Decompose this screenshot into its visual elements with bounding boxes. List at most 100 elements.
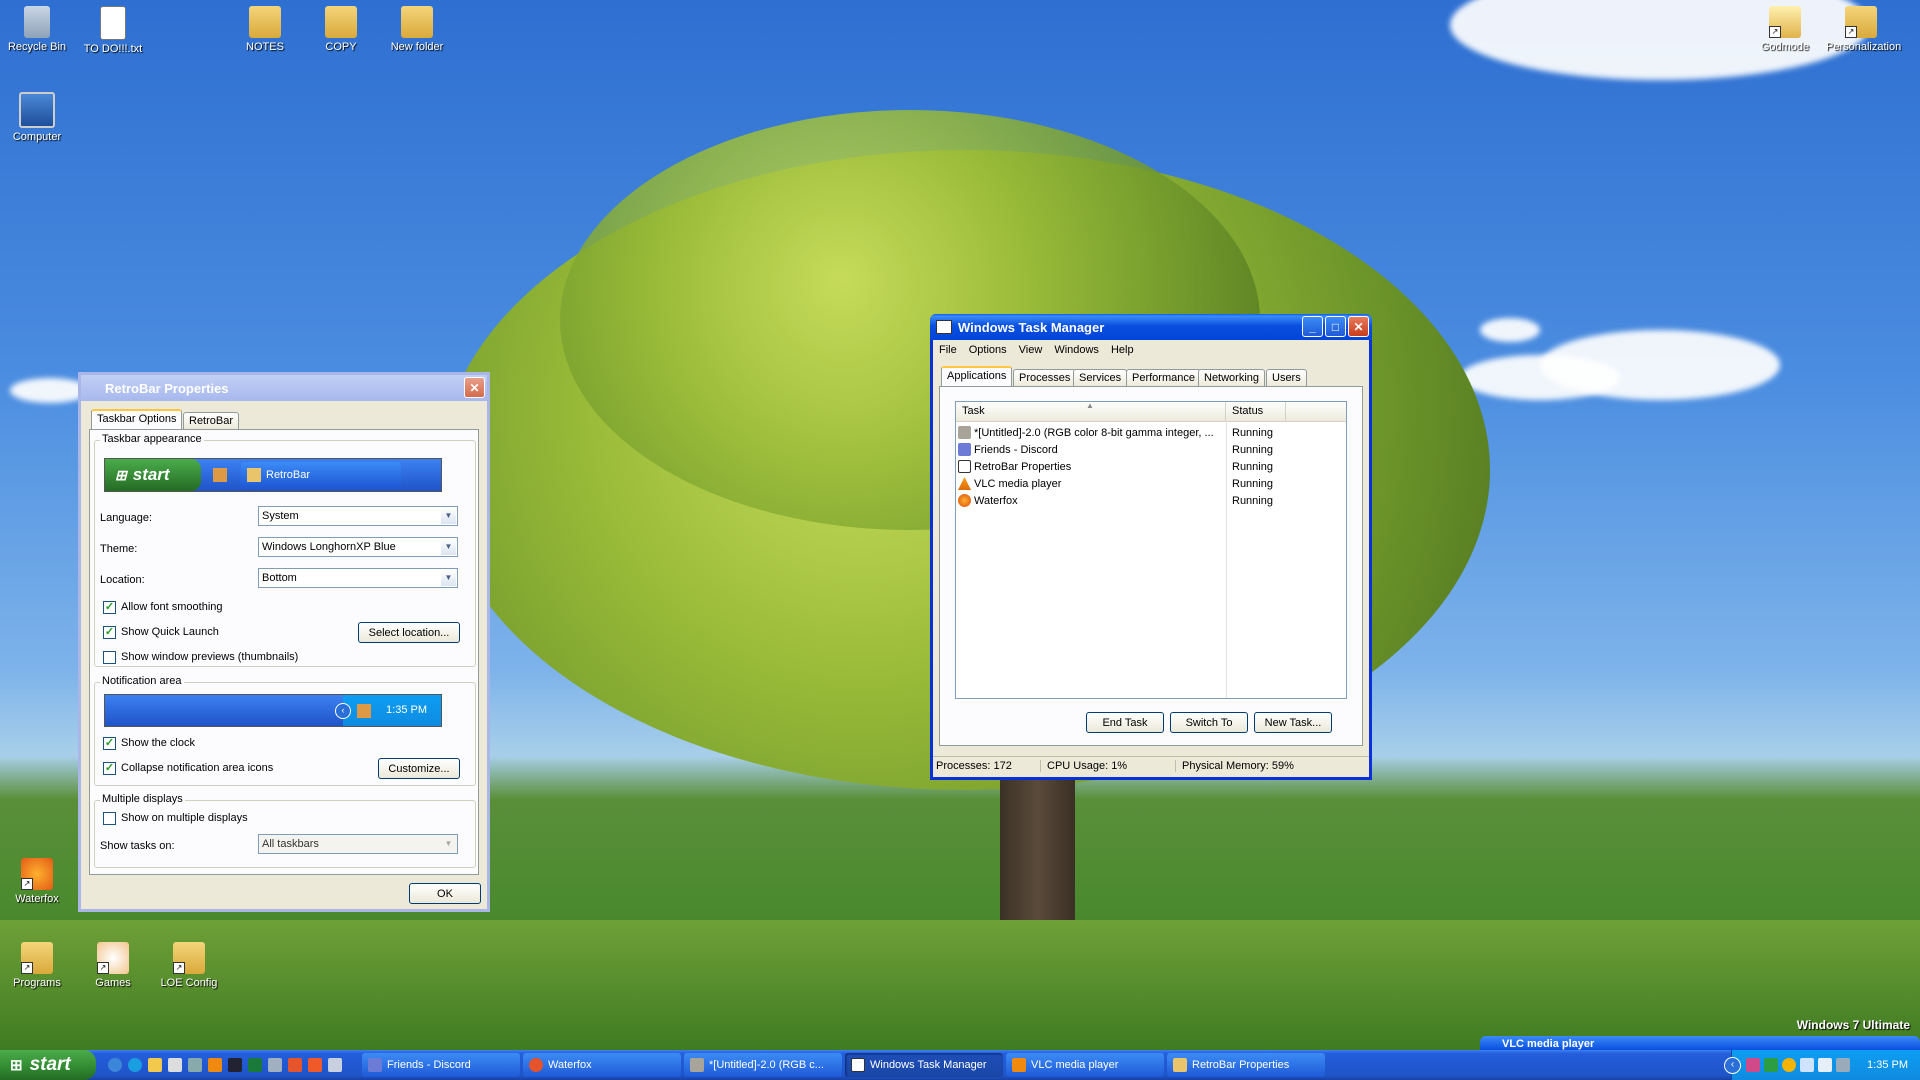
- show-window-previews-checkbox[interactable]: [103, 651, 116, 664]
- app-icon[interactable]: [188, 1058, 202, 1072]
- show-on-multiple-displays-checkbox[interactable]: [103, 812, 116, 825]
- retrobar-properties-window: RetroBar Properties ✕ Taskbar Options Re…: [78, 372, 490, 912]
- desktop-icon-games[interactable]: ↗ Games: [78, 942, 148, 989]
- ok-button[interactable]: OK: [409, 883, 481, 904]
- location-label: Location:: [100, 574, 145, 586]
- show-tasks-on-select[interactable]: All taskbars ▼: [258, 834, 458, 854]
- sort-arrow-icon: ▲: [1086, 401, 1094, 410]
- location-select[interactable]: Bottom ▼: [258, 568, 458, 588]
- cpu-icon[interactable]: [248, 1058, 262, 1072]
- gimp-icon: [958, 426, 971, 439]
- collapse-icons-checkbox[interactable]: ✓: [103, 762, 116, 775]
- desktop-icon-programs[interactable]: ↗ Programs: [2, 942, 72, 989]
- table-row[interactable]: RetroBar Properties Running: [958, 458, 1273, 475]
- allow-font-smoothing-checkbox[interactable]: ✓: [103, 601, 116, 614]
- menu-options[interactable]: Options: [963, 342, 1013, 360]
- desktop-icon-personalization[interactable]: ↗ Personalization: [1826, 6, 1901, 53]
- task-button-task-manager[interactable]: Windows Task Manager: [845, 1053, 1003, 1077]
- tray-icon[interactable]: [1764, 1058, 1778, 1072]
- show-quick-launch-checkbox[interactable]: ✓: [103, 626, 116, 639]
- network-icon[interactable]: [1800, 1058, 1814, 1072]
- table-row[interactable]: VLC media player Running: [958, 475, 1273, 492]
- tab-services[interactable]: Services: [1073, 369, 1128, 387]
- select-location-button[interactable]: Select location...: [358, 622, 460, 643]
- tray-icon[interactable]: [1836, 1058, 1850, 1072]
- desktop-icon-loe-config[interactable]: ↗ LOE Config: [154, 942, 224, 989]
- desktop-icon-computer[interactable]: Computer: [2, 92, 72, 143]
- task-button-retrobar[interactable]: RetroBar Properties: [1167, 1053, 1325, 1077]
- tab-networking[interactable]: Networking: [1198, 369, 1266, 387]
- customize-button[interactable]: Customize...: [378, 758, 460, 779]
- applications-panel: Task ▲ Status *[Untitled]-2.0 (RGB color…: [939, 386, 1363, 746]
- close-button[interactable]: ✕: [464, 377, 485, 398]
- desktop-icon-copy[interactable]: COPY: [306, 6, 376, 53]
- minimize-button[interactable]: _: [1302, 316, 1323, 337]
- vlc-window-peek[interactable]: VLC media player: [1480, 1036, 1920, 1050]
- clock[interactable]: 1:35 PM: [1867, 1059, 1908, 1071]
- box-icon[interactable]: [328, 1058, 342, 1072]
- desktop-icon-godmode[interactable]: ↗ Godmode: [1750, 6, 1820, 53]
- start-button[interactable]: ⊞ start: [0, 1050, 96, 1080]
- menu-file[interactable]: File: [933, 342, 963, 360]
- show-clock-label: Show the clock: [121, 737, 195, 749]
- language-select[interactable]: System ▼: [258, 506, 458, 526]
- table-row[interactable]: Friends - Discord Running: [958, 441, 1273, 458]
- terminal-icon[interactable]: [228, 1058, 242, 1072]
- tab-retrobar[interactable]: RetroBar: [183, 412, 240, 430]
- task-button-gimp[interactable]: *[Untitled]-2.0 (RGB c...: [684, 1053, 842, 1077]
- task-button-discord[interactable]: Friends - Discord: [362, 1053, 520, 1077]
- tab-performance[interactable]: Performance: [1126, 369, 1201, 387]
- menu-windows[interactable]: Windows: [1048, 342, 1105, 360]
- window-title: RetroBar Properties: [105, 380, 229, 396]
- desktop-icon-notes[interactable]: NOTES: [230, 6, 300, 53]
- desktop-icon[interactable]: [168, 1058, 182, 1072]
- show-clock-checkbox[interactable]: ✓: [103, 737, 116, 750]
- edge-icon[interactable]: [128, 1058, 142, 1072]
- menu-help[interactable]: Help: [1105, 342, 1140, 360]
- task-button-waterfox[interactable]: Waterfox: [523, 1053, 681, 1077]
- table-row[interactable]: *[Untitled]-2.0 (RGB color 8-bit gamma i…: [958, 424, 1273, 441]
- theme-select[interactable]: Windows LonghornXP Blue ▼: [258, 537, 458, 557]
- tray-icon[interactable]: [1746, 1058, 1760, 1072]
- explorer-icon[interactable]: [148, 1058, 162, 1072]
- brave-icon[interactable]: [308, 1058, 322, 1072]
- windows-logo-icon: ⊞: [10, 1057, 23, 1074]
- tab-taskbar-options[interactable]: Taskbar Options: [91, 409, 183, 430]
- close-button[interactable]: ✕: [1348, 316, 1369, 337]
- tray-icon[interactable]: [1782, 1058, 1796, 1072]
- godmode-icon: ↗: [1769, 6, 1801, 38]
- switch-to-button[interactable]: Switch To: [1170, 712, 1248, 733]
- taskbar: ⊞ start Friends - Discord Waterfox *[Unt…: [0, 1050, 1920, 1080]
- tray-app-icon: [357, 704, 371, 718]
- calculator-icon[interactable]: [268, 1058, 282, 1072]
- desktop-icon-waterfox[interactable]: ↗ Waterfox: [2, 858, 72, 905]
- ie-icon[interactable]: [108, 1058, 122, 1072]
- firefox-icon[interactable]: [288, 1058, 302, 1072]
- task-manager-title-bar[interactable]: Windows Task Manager _ □ ✕: [930, 314, 1372, 340]
- retrobar-title-bar[interactable]: RetroBar Properties ✕: [81, 375, 487, 401]
- tab-applications[interactable]: Applications: [941, 366, 1013, 387]
- vlc-icon[interactable]: [208, 1058, 222, 1072]
- desktop-icon-new-folder[interactable]: New folder: [382, 6, 452, 53]
- column-task[interactable]: Task ▲: [956, 401, 1226, 421]
- list-header: Task ▲ Status: [956, 401, 1346, 422]
- menu-view[interactable]: View: [1013, 342, 1049, 360]
- task-list[interactable]: Task ▲ Status *[Untitled]-2.0 (RGB color…: [955, 401, 1347, 699]
- column-status[interactable]: Status: [1226, 402, 1286, 421]
- desktop-icon-todo-txt[interactable]: TO DO!!!.txt: [78, 6, 148, 55]
- maximize-button[interactable]: □: [1325, 316, 1346, 337]
- folder-icon: [401, 6, 433, 38]
- tab-users[interactable]: Users: [1266, 369, 1307, 387]
- desktop-icon-recycle-bin[interactable]: Recycle Bin: [2, 6, 72, 53]
- tab-processes[interactable]: Processes: [1013, 369, 1077, 387]
- language-label: Language:: [100, 512, 152, 524]
- volume-icon[interactable]: [1818, 1058, 1832, 1072]
- end-task-button[interactable]: End Task: [1086, 712, 1164, 733]
- menu-bar: File Options View Windows Help: [933, 342, 1140, 360]
- table-row[interactable]: Waterfox Running: [958, 492, 1273, 509]
- expand-tray-icon[interactable]: ‹: [1724, 1057, 1741, 1074]
- task-button-vlc[interactable]: VLC media player: [1006, 1053, 1164, 1077]
- close-icon: ✕: [1353, 319, 1364, 334]
- folder-icon: ↗: [173, 942, 205, 974]
- new-task-button[interactable]: New Task...: [1254, 712, 1332, 733]
